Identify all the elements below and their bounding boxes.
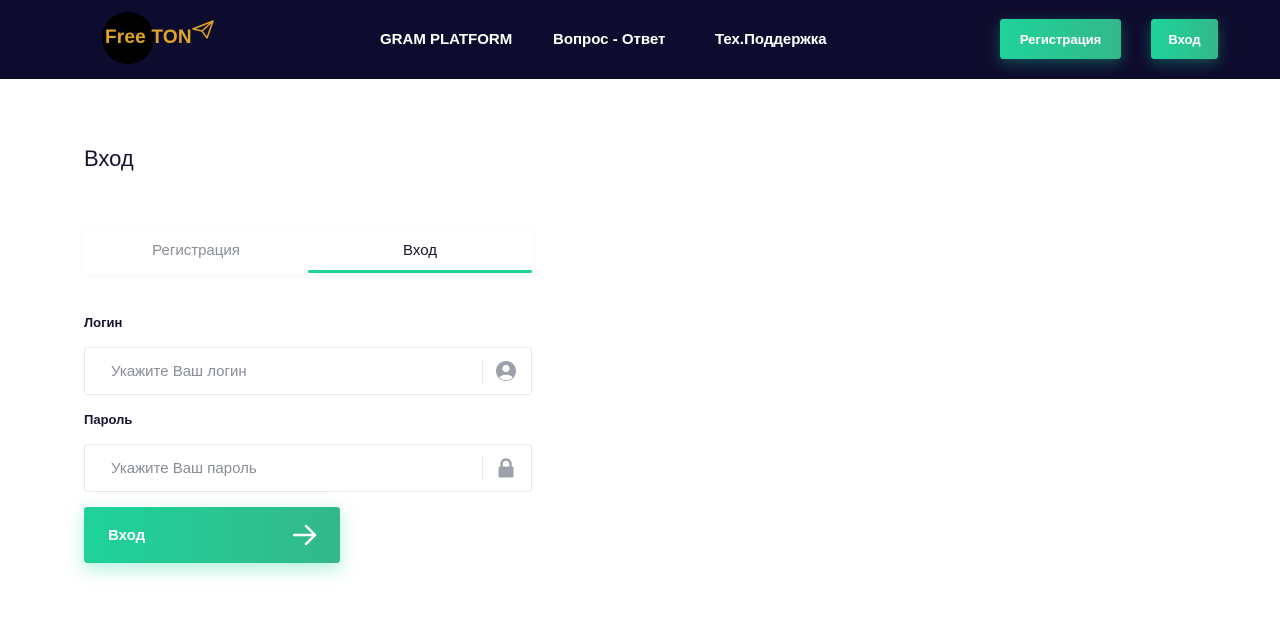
nav-gram-platform[interactable]: GRAM PLATFORM bbox=[380, 31, 512, 48]
tab-register[interactable]: Регистрация bbox=[84, 228, 308, 273]
login-field bbox=[84, 347, 532, 395]
lock-icon bbox=[498, 458, 514, 478]
user-icon bbox=[496, 361, 516, 381]
arrow-right-icon bbox=[293, 524, 317, 546]
logo[interactable]: Free TON bbox=[100, 12, 220, 66]
page-title: Вход bbox=[84, 146, 134, 171]
login-input[interactable] bbox=[85, 348, 481, 394]
top-header: Free TON GRAM PLATFORM Вопрос - Ответ Те… bbox=[0, 0, 1280, 79]
submit-label: Вход bbox=[108, 527, 146, 544]
auth-tabs: Регистрация Вход bbox=[84, 228, 532, 273]
nav-support[interactable]: Тех.Поддержка bbox=[715, 31, 827, 48]
tab-login[interactable]: Вход bbox=[308, 228, 532, 273]
password-field bbox=[84, 444, 532, 492]
login-label: Логин bbox=[84, 315, 123, 330]
input-divider bbox=[482, 360, 483, 384]
header-login-button[interactable]: Вход bbox=[1151, 19, 1218, 59]
password-label: Пароль bbox=[84, 412, 133, 427]
input-divider bbox=[482, 457, 483, 481]
active-tab-indicator bbox=[308, 270, 532, 273]
password-input[interactable] bbox=[85, 445, 481, 491]
logo-text: Free TON bbox=[105, 27, 192, 48]
nav-faq[interactable]: Вопрос - Ответ bbox=[553, 31, 665, 48]
paper-plane-icon bbox=[192, 20, 214, 39]
header-register-button[interactable]: Регистрация bbox=[1000, 19, 1121, 59]
login-submit-button[interactable]: Вход bbox=[84, 507, 340, 563]
